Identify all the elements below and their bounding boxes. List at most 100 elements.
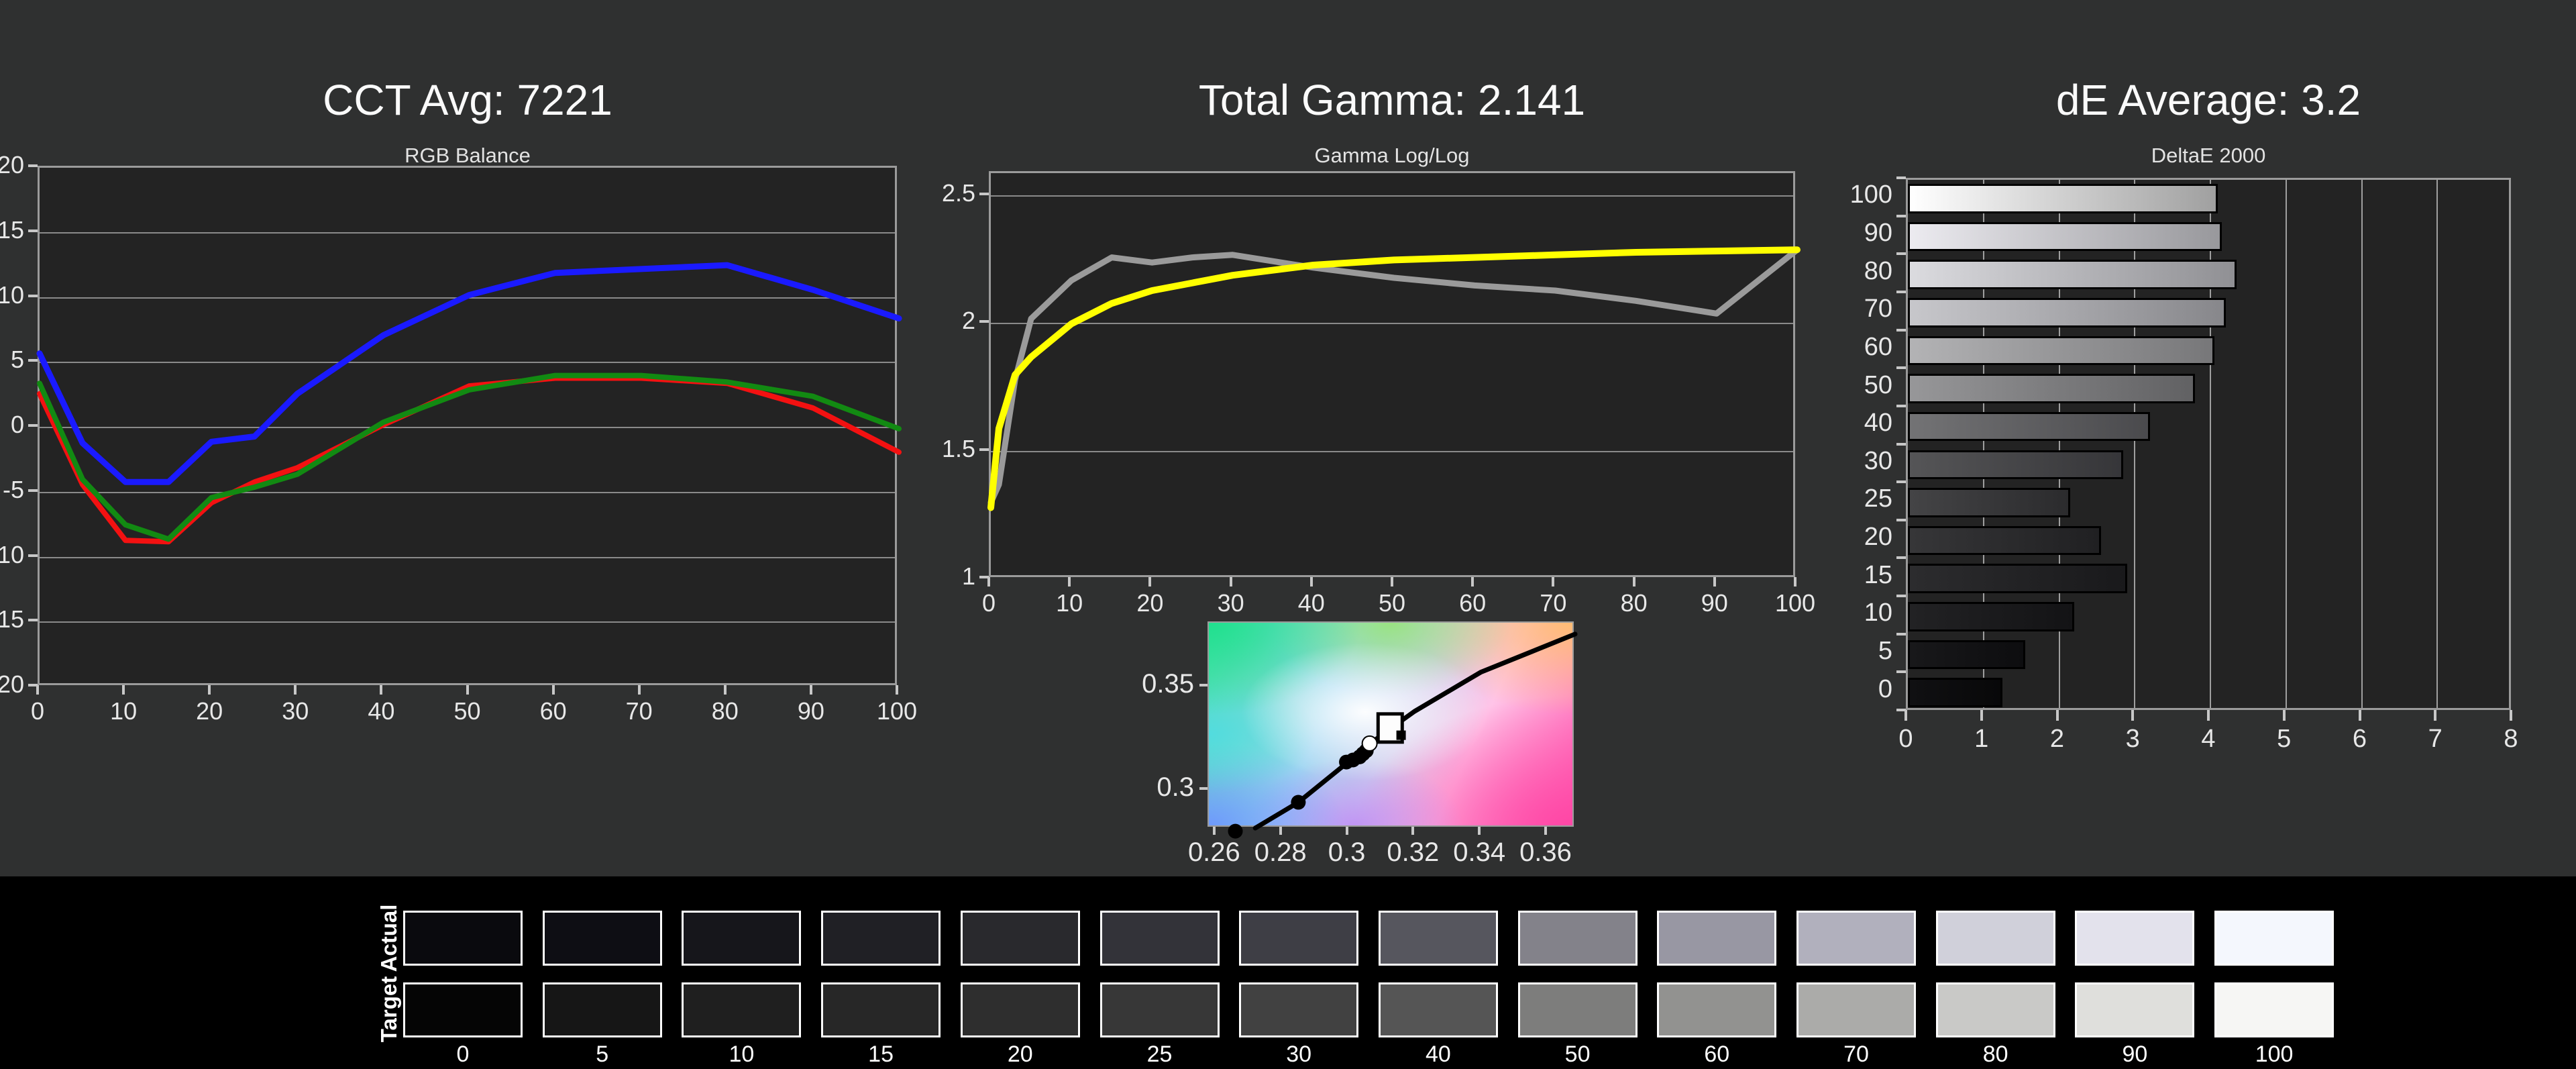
deltae-xtick [2434, 710, 2436, 721]
deltae-xtick [1904, 710, 1907, 721]
rgb-ytick-label: 15 [0, 216, 24, 244]
deltae-ytick [1896, 443, 1906, 446]
target-swatch-0 [403, 982, 523, 1037]
deltae-xtick [2207, 710, 2210, 721]
deltae-category-label: 25 [1799, 485, 1892, 513]
rgb-xtick [810, 685, 812, 695]
gamma-ytick-label: 2 [881, 307, 975, 335]
gamma-ytick [979, 193, 989, 195]
calibration-report-page: { "panels": { "cct": {"title": "CCT Avg:… [0, 0, 2576, 1069]
gamma-ytick-label: 1 [881, 562, 975, 591]
rgb-ytick-label: 0 [0, 411, 24, 439]
deltae-xtick-label: 6 [2320, 725, 2400, 754]
swatch-level-label: 80 [1923, 1041, 2069, 1068]
gamma-xtick-label: 10 [1029, 589, 1110, 617]
actual-swatch-70 [1796, 911, 1916, 966]
rgb-ytick-label: 5 [0, 346, 24, 374]
swatch-level-label: 25 [1087, 1041, 1233, 1068]
gamma-ytick [979, 320, 989, 323]
deltae-ytick [1896, 215, 1906, 217]
gamma-xtick [1068, 577, 1071, 587]
rgb-xtick [724, 685, 727, 695]
deltae-ytick [1896, 556, 1906, 559]
rgb-xtick-label: 20 [169, 697, 250, 725]
rgb-xtick [208, 685, 211, 695]
swatch-level-label: 50 [1505, 1041, 1651, 1068]
rgb-xtick-label: 30 [255, 697, 335, 725]
rgb-ytick-label: -15 [0, 605, 24, 633]
rgb-xtick-label: 70 [599, 697, 680, 725]
cie-ytick [1199, 684, 1208, 686]
gamma-xtick [1471, 577, 1474, 587]
actual-swatch-50 [1518, 911, 1638, 966]
rgb-xtick [36, 685, 39, 695]
gamma-xtick-label: 70 [1513, 589, 1593, 617]
actual-swatch-10 [682, 911, 801, 966]
deltae-xtick [2359, 710, 2361, 721]
target-swatch-40 [1379, 982, 1498, 1037]
rgb-xtick-label: 60 [513, 697, 594, 725]
deltae-ytick [1896, 176, 1906, 179]
target-swatch-20 [961, 982, 1080, 1037]
gamma-ytick [979, 448, 989, 451]
rgb-xtick-label: 90 [771, 697, 851, 725]
actual-swatch-25 [1100, 911, 1220, 966]
deltae-xtick [2283, 710, 2286, 721]
cie-xtick [1411, 827, 1414, 835]
deltae-xtick [2056, 710, 2059, 721]
gamma-xtick [987, 577, 990, 587]
deltae-category-label: 40 [1799, 409, 1892, 438]
deltae-xtick-label: 1 [1941, 725, 2022, 754]
deltae-category-label: 100 [1799, 181, 1892, 209]
deltae-category-label: 10 [1799, 599, 1892, 627]
rgb-xtick-label: 10 [83, 697, 164, 725]
rgb-xtick-label: 50 [427, 697, 508, 725]
target-swatch-60 [1657, 982, 1776, 1037]
rgb-xtick-label: 0 [0, 697, 78, 725]
swatch-level-label: 15 [808, 1041, 954, 1068]
target-swatch-5 [543, 982, 662, 1037]
target-swatch-90 [2075, 982, 2194, 1037]
actual-swatch-0 [403, 911, 523, 966]
gamma-xtick-label: 40 [1271, 589, 1352, 617]
target-swatch-80 [1936, 982, 2055, 1037]
cie-xtick [1478, 827, 1481, 835]
actual-swatch-30 [1239, 911, 1358, 966]
rgb-ytick [28, 164, 38, 167]
deltae-ytick [1896, 670, 1906, 673]
rgb-xtick-label: 80 [685, 697, 765, 725]
rgb-ytick [28, 554, 38, 557]
gamma-xtick [1552, 577, 1554, 587]
deltae-category-label: 5 [1799, 637, 1892, 666]
rgb-xtick [638, 685, 641, 695]
swatch-level-label: 40 [1365, 1041, 1511, 1068]
gamma-xtick-label: 60 [1432, 589, 1513, 617]
rgb-ytick [28, 489, 38, 492]
deltae-category-label: 80 [1799, 257, 1892, 286]
rgb-ytick-label: 20 [0, 151, 24, 179]
actual-swatch-40 [1379, 911, 1498, 966]
rgb-xtick-label: 40 [341, 697, 421, 725]
rgb-ytick [28, 619, 38, 621]
target-swatch-30 [1239, 982, 1358, 1037]
actual-swatch-90 [2075, 911, 2194, 966]
actual-swatch-20 [961, 911, 1080, 966]
target-swatch-70 [1796, 982, 1916, 1037]
gamma-xtick-label: 0 [949, 589, 1029, 617]
gamma-ytick-label: 1.5 [881, 435, 975, 463]
gamma-xtick-label: 30 [1191, 589, 1271, 617]
cie-xtick [1279, 827, 1282, 835]
deltae-ytick [1896, 633, 1906, 635]
gamma-xtick [1391, 577, 1393, 587]
gamma-xtick-label: 80 [1594, 589, 1674, 617]
rgb-ytick [28, 424, 38, 427]
gamma-xtick [1633, 577, 1635, 587]
deltae-category-label: 70 [1799, 295, 1892, 323]
rgb-ytick-label: -20 [0, 670, 24, 699]
rgb-xtick [552, 685, 555, 695]
cie-ytick [1199, 787, 1208, 790]
rgb-ytick [28, 295, 38, 297]
deltae-category-label: 50 [1799, 371, 1892, 400]
swatch-level-label: 100 [2201, 1041, 2347, 1068]
deltae-xtick [2131, 710, 2134, 721]
